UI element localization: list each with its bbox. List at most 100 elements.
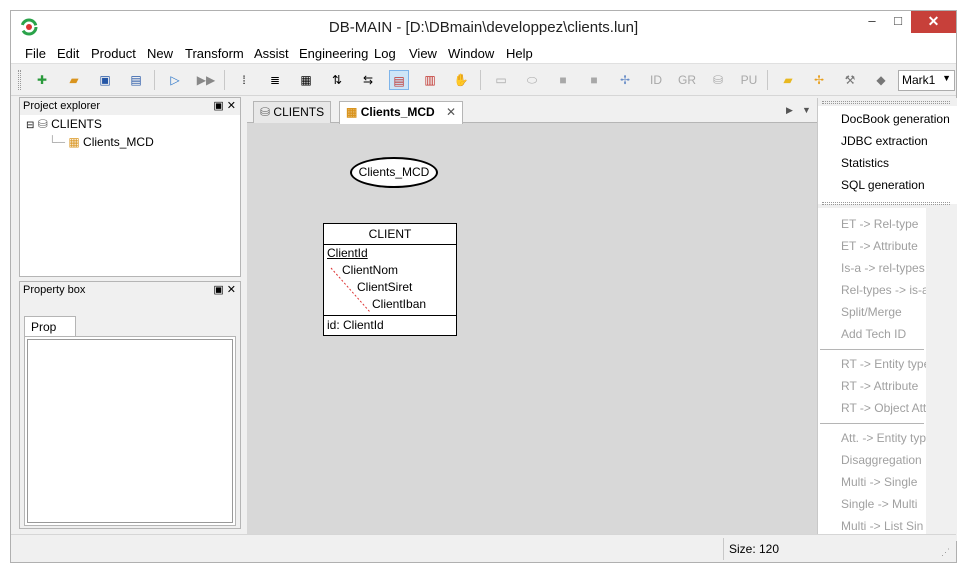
tag-icon[interactable]: ◆ [871,70,891,90]
split-merge-item[interactable]: Split/Merge [841,305,902,319]
entity-client[interactable]: CLIENT ClientId ClientNom ClientSiret Cl… [323,223,457,336]
attribute-clientiban[interactable]: ClientIban [372,297,426,311]
new-processing-unit-icon[interactable]: ■ [584,70,604,90]
menu-view[interactable]: View [409,46,437,61]
tab-prop[interactable]: Prop [24,316,76,337]
toolbar-grip[interactable] [18,70,21,90]
menu-edit[interactable]: Edit [57,46,79,61]
statistics-item[interactable]: Statistics [841,156,889,170]
rt-to-object-att-item[interactable]: RT -> Object Att [841,401,926,415]
status-size: Size: 120 [729,542,780,556]
menu-assist[interactable]: Assist [254,46,289,61]
tree-item-clients[interactable]: ⊟ ⛁ CLIENTS [26,117,102,131]
new-pu-icon[interactable]: PU [739,70,759,90]
att-to-entity-type-item[interactable]: Att. -> Entity type [841,431,926,445]
docbook-generation-item[interactable]: DocBook generation [841,112,950,126]
note-icon[interactable]: ▰ [778,70,798,90]
schema-name-ellipse[interactable]: Clients_MCD [350,157,438,188]
menu-engineering[interactable]: Engineering [299,46,368,61]
database-icon: ⛁ [37,117,48,131]
new-project-icon[interactable]: ✚ [32,70,52,90]
menu-window[interactable]: Window [448,46,494,61]
assist-separator [820,349,924,350]
property-list[interactable] [27,339,233,523]
attribute-clientid[interactable]: ClientId [327,246,368,260]
hand-tool-icon[interactable]: ✋ [451,70,471,90]
menu-new[interactable]: New [147,46,173,61]
rt-to-entity-type-item[interactable]: RT -> Entity type [841,357,926,371]
jdbc-extraction-item[interactable]: JDBC extraction [841,134,928,148]
fast-forward-icon[interactable]: ▶▶ [196,70,216,90]
schema-icon: ▦ [68,135,80,149]
disaggregation-item[interactable]: Disaggregation [841,453,922,467]
new-group-icon[interactable]: GR [677,70,697,90]
multi-to-list-single-item[interactable]: Multi -> List Sin [841,519,923,533]
tab-label: Clients_MCD [360,105,435,119]
save-as-icon[interactable]: ▤ [126,70,146,90]
new-collection-icon[interactable]: ■ [553,70,573,90]
assist-panel: DocBook generation JDBC extraction Stati… [817,98,958,541]
close-button[interactable]: ✕ [911,11,956,33]
assist-grip[interactable] [822,101,950,104]
maximize-button[interactable]: □ [885,11,911,33]
rel-types-to-is-a-item[interactable]: Rel-types -> is-a [841,283,926,297]
single-to-multi-item[interactable]: Single -> Multi [841,497,917,511]
graph-view-icon[interactable]: ⇆ [358,70,378,90]
tab-label: CLIENTS [273,105,325,119]
open-folder-icon[interactable]: ▰ [64,70,84,90]
new-entity-icon[interactable]: ▭ [491,70,511,90]
tree-item-clients-mcd[interactable]: └─ ▦ Clients_MCD [48,135,154,149]
dependency-view-icon[interactable]: ▥ [420,70,440,90]
mark-select-value: Mark1 [902,73,936,87]
tab-clients[interactable]: ⛁ CLIENTS [253,101,332,123]
resize-grip-icon[interactable]: ⋰ [941,547,950,558]
property-box-title: Property box [23,284,86,296]
chevron-down-icon: ▼ [942,73,951,83]
sorted-view-icon[interactable]: ⇅ [327,70,347,90]
play-icon[interactable]: ▷ [165,70,185,90]
project-tree: ⊟ ⛁ CLIENTS └─ ▦ Clients_MCD [20,115,240,276]
add-link-icon[interactable]: ✢ [809,70,829,90]
compact-view-icon[interactable]: ⁞ [234,70,254,90]
assist-grip[interactable] [822,202,950,205]
mark-select[interactable]: Mark1 ▼ [898,70,955,91]
et-to-attribute-item[interactable]: ET -> Attribute [841,239,918,253]
app-window: DB-MAIN - [D:\DBmain\developpez\clients.… [10,10,958,563]
tab-close-icon[interactable]: ✕ [446,105,456,119]
new-rel-type-icon[interactable]: ⬭ [522,70,542,90]
property-box-panel: Property box ▣ ✕ Prop [19,281,241,529]
new-database-icon[interactable]: ⛁ [708,70,728,90]
menu-help[interactable]: Help [506,46,533,61]
et-to-rel-type-item[interactable]: ET -> Rel-type [841,217,918,231]
standard-view-icon[interactable]: ≣ [265,70,285,90]
add-tech-id-item[interactable]: Add Tech ID [841,327,906,341]
menu-log[interactable]: Log [374,46,396,61]
new-id-group-icon[interactable]: ID [646,70,666,90]
graphical-view-icon[interactable]: ▤ [389,70,409,90]
panel-buttons[interactable]: ▣ ✕ [213,283,236,296]
tab-scroll-right-icon[interactable]: ▶ [786,105,793,116]
title-bar: DB-MAIN - [D:\DBmain\developpez\clients.… [11,11,956,42]
collapse-icon[interactable]: ⊟ [26,120,34,131]
document-tabs: ⛁ CLIENTS ▦ Clients_MCD ✕ ▶ ▼ [247,98,821,124]
panel-buttons[interactable]: ▣ ✕ [213,99,236,112]
menu-transform[interactable]: Transform [185,46,244,61]
assist-separator [820,423,924,424]
extended-view-icon[interactable]: ▦ [296,70,316,90]
multi-to-single-item[interactable]: Multi -> Single [841,475,917,489]
diagram-canvas[interactable]: Clients_MCD CLIENT ClientId ClientNom Cl… [247,124,821,541]
menu-file[interactable]: File [25,46,46,61]
is-a-to-rel-types-item[interactable]: Is-a -> rel-types [841,261,925,275]
project-explorer-title: Project explorer [23,100,101,112]
menu-product[interactable]: Product [91,46,136,61]
tab-list-icon[interactable]: ▼ [802,105,811,115]
toolbar-separator [767,70,768,90]
toolbar-separator [224,70,225,90]
rt-to-attribute-item[interactable]: RT -> Attribute [841,379,918,393]
tab-clients-mcd[interactable]: ▦ Clients_MCD ✕ [339,101,464,124]
mark-brush-icon[interactable]: ⚒ [840,70,860,90]
new-link-icon[interactable]: ✢ [615,70,635,90]
minimize-button[interactable]: – [859,11,885,33]
save-icon[interactable]: ▣ [95,70,115,90]
sql-generation-item[interactable]: SQL generation [841,178,925,192]
